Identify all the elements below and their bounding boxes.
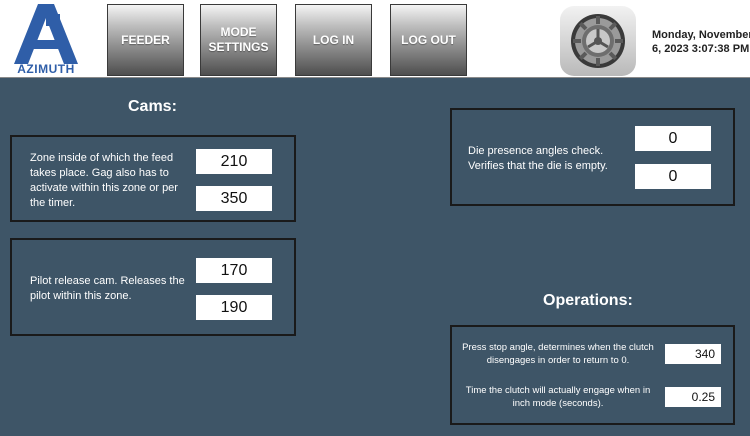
stop-angle-input[interactable]: 340 [665,344,721,364]
gear-icon [571,14,625,68]
inch-time-label: Time the clutch will actually engage whe… [465,385,651,409]
pilot-release-label: Pilot release cam. Releases the pilot wi… [30,275,185,302]
logo-a-icon [14,4,78,64]
pilot-release-start-input[interactable]: 170 [196,258,272,283]
mode-settings-button[interactable]: MODE SETTINGS [200,4,277,76]
die-presence-angle-2-input[interactable]: 0 [635,164,711,189]
date-time-display: Monday, November 6, 2023 3:07:38 PM [652,28,750,56]
feed-zone-end-input[interactable]: 350 [196,186,272,211]
inch-time-input[interactable]: 0.25 [665,387,721,407]
logo-text: AZIMUTH [17,62,75,76]
die-presence-panel: Die presence angles check. Verifies that… [450,108,735,206]
feeder-button-label: FEEDER [121,32,170,47]
azimuth-logo: AZIMUTH [8,4,84,76]
mode-settings-button-label: MODE SETTINGS [208,25,269,54]
pilot-release-end-input[interactable]: 190 [196,295,272,320]
top-bar: AZIMUTH FEEDER MODE SETTINGS LOG IN LOG … [0,0,750,78]
feed-zone-panel: Zone inside of which the feed takes plac… [10,135,296,222]
log-out-button[interactable]: LOG OUT [390,4,467,76]
cams-title: Cams: [128,98,177,115]
operations-panel: Press stop angle, determines when the cl… [450,325,735,425]
feed-zone-start-input[interactable]: 210 [196,149,272,174]
die-presence-angle-1-input[interactable]: 0 [635,126,711,151]
time-line: 6, 2023 3:07:38 PM [652,43,750,55]
feeder-button[interactable]: FEEDER [107,4,184,76]
settings-button[interactable] [560,6,636,76]
feed-zone-label: Zone inside of which the feed takes plac… [30,152,178,209]
log-out-button-label: LOG OUT [401,32,456,47]
date-line: Monday, November [652,29,750,41]
log-in-button-label: LOG IN [312,32,355,47]
pilot-release-panel: Pilot release cam. Releases the pilot wi… [10,238,296,336]
operations-title: Operations: [543,292,633,309]
log-in-button[interactable]: LOG IN [295,4,372,76]
die-presence-label: Die presence angles check. Verifies that… [468,145,608,172]
stop-angle-label: Press stop angle, determines when the cl… [462,342,654,366]
